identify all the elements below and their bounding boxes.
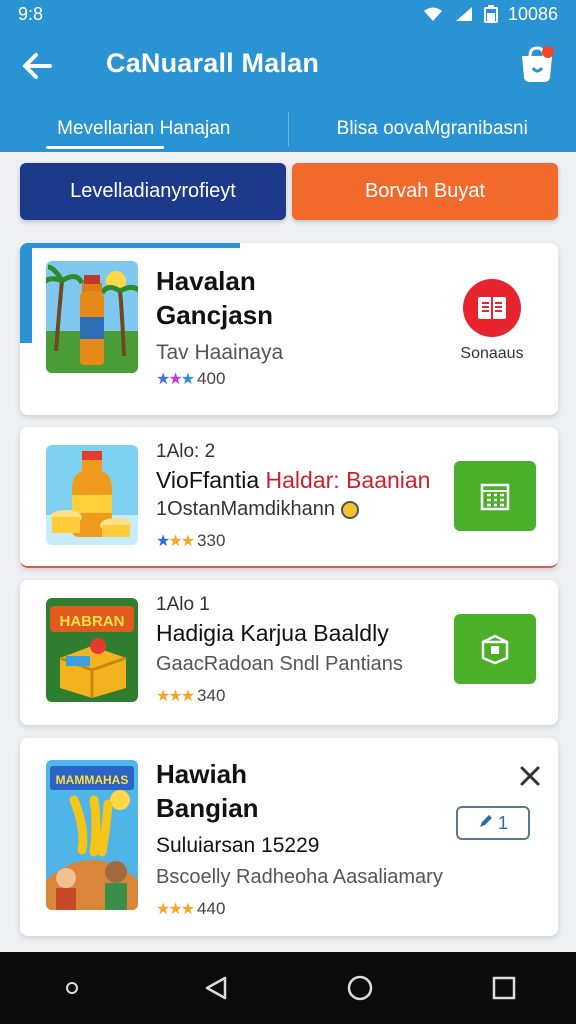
status-clock-right: 10086 [507, 3, 558, 24]
rating: ★★★ 400 [156, 369, 438, 389]
status-time: 9:8 [18, 3, 44, 24]
building-icon[interactable] [454, 461, 536, 531]
card-title-line1: Havalan [156, 266, 256, 296]
box-icon[interactable] [454, 614, 536, 684]
rating: ★★★ 340 [156, 686, 448, 706]
wifi-icon [422, 6, 444, 22]
back-arrow-icon[interactable] [20, 50, 56, 82]
rating-value: 440 [197, 898, 226, 918]
card-title-highlight: Haldar: Baanian [265, 467, 431, 493]
back-nav-icon[interactable] [196, 968, 236, 1008]
rating-stars-icon: ★★★ [156, 370, 195, 388]
card-title-line2: Gancjasn [156, 299, 274, 330]
thumb-label: MAMMAHAS [56, 773, 129, 787]
list-item[interactable]: 1Alo: 2 VioFfantia Haldar: Baanian 1Osta… [20, 427, 558, 568]
card-title-main: VioFfantia [156, 467, 266, 493]
product-thumbnail: MAMMAHAS [46, 760, 138, 910]
selection-indicator [20, 243, 240, 248]
battery-icon [483, 5, 498, 23]
count-badge[interactable]: 1 [456, 806, 530, 840]
card-subtitle: GaacRadoan Sndl Pantians [156, 653, 403, 675]
tab-mevellarian[interactable]: Mevellarian Hanajan [0, 106, 288, 152]
card-subtitle: Tav Haainaya [156, 340, 284, 364]
count-badge-value: 1 [497, 812, 508, 833]
system-nav-bar [0, 952, 576, 1024]
book-icon [463, 279, 521, 337]
rating-value: 330 [197, 531, 226, 550]
card-title-line1: Hawiah [156, 759, 248, 789]
buy-button[interactable]: Borvah Buyat [292, 163, 558, 220]
action-buttons: Levelladianyrofieyt Borvah Buyat [20, 163, 558, 220]
home-nav-icon[interactable] [340, 968, 380, 1008]
card-title: VioFfantia Haldar: Baanian [156, 467, 448, 494]
recents-nav-icon[interactable] [484, 968, 524, 1008]
rating: ★★★ 330 [156, 531, 448, 551]
thumb-label: HABRAN [60, 613, 125, 630]
list-item[interactable]: Havalan Gancjasn Tav Haainaya ★★★ 400 So… [20, 243, 558, 415]
edit-icon [478, 813, 494, 834]
rating-stars-icon: ★★★ [156, 900, 195, 918]
rating-stars-icon: ★★★ [156, 688, 195, 705]
page-title: CaNuarall Malan [106, 48, 320, 78]
selection-indicator-side [20, 243, 32, 343]
tab-bar: Mevellarian Hanajan Blisa oovaMgranibasn… [0, 106, 576, 152]
card-subtitle-text: 1OstanMamdikhann [156, 498, 335, 520]
tab-label: Blisa oovaMgranibasni [336, 118, 528, 139]
close-icon[interactable] [518, 764, 542, 788]
primary-action-button[interactable]: Levelladianyrofieyt [20, 163, 286, 220]
card-meta: 1Alo: 2 VioFfantia Haldar: Baanian 1Osta… [156, 441, 448, 551]
side-action-label: Sonaaus [460, 345, 524, 362]
app-bar: CaNuarall Malan [0, 28, 576, 106]
signal-icon [454, 6, 474, 22]
tab-blisa[interactable]: Blisa oovaMgranibasni [289, 106, 576, 152]
coin-icon [340, 500, 359, 519]
tab-label: Mevellarian Hanajan [57, 118, 231, 139]
card-eyebrow: 1Alo: 2 [156, 441, 216, 462]
card-meta: Havalan Gancjasn Tav Haainaya ★★★ 400 [156, 265, 438, 389]
rating-stars-icon: ★★★ [156, 533, 195, 550]
rating: ★★★ 440 [156, 899, 518, 919]
shopping-bag-icon[interactable] [518, 44, 556, 84]
rating-value: 340 [197, 686, 226, 705]
side-action[interactable]: Sonaaus [452, 279, 532, 363]
product-thumbnail: HABRAN [46, 598, 138, 702]
card-meta: 1Alo 1 Hadigia Karjua Baaldly GaacRadoan… [156, 594, 448, 706]
product-thumbnail [46, 445, 138, 545]
rating-value: 400 [197, 368, 226, 388]
card-subtitle: 1OstanMamdikhann [156, 498, 448, 521]
card-subtitle: Bscoelly Radheoha Aasaliamary [156, 865, 443, 888]
card-title: Hadigia Karjua Baaldly [156, 620, 389, 646]
menu-dot-icon[interactable] [52, 968, 92, 1008]
list-item[interactable]: MAMMAHAS Hawiah Bangian Suluiarsan 15229… [20, 738, 558, 936]
list-item[interactable]: HABRAN 1Alo 1 Hadigia Karjua Baaldly Gaa… [20, 580, 558, 725]
status-bar: 9:8 10086 [0, 0, 576, 28]
product-thumbnail [46, 261, 138, 373]
card-eyebrow: 1Alo 1 [156, 594, 210, 615]
